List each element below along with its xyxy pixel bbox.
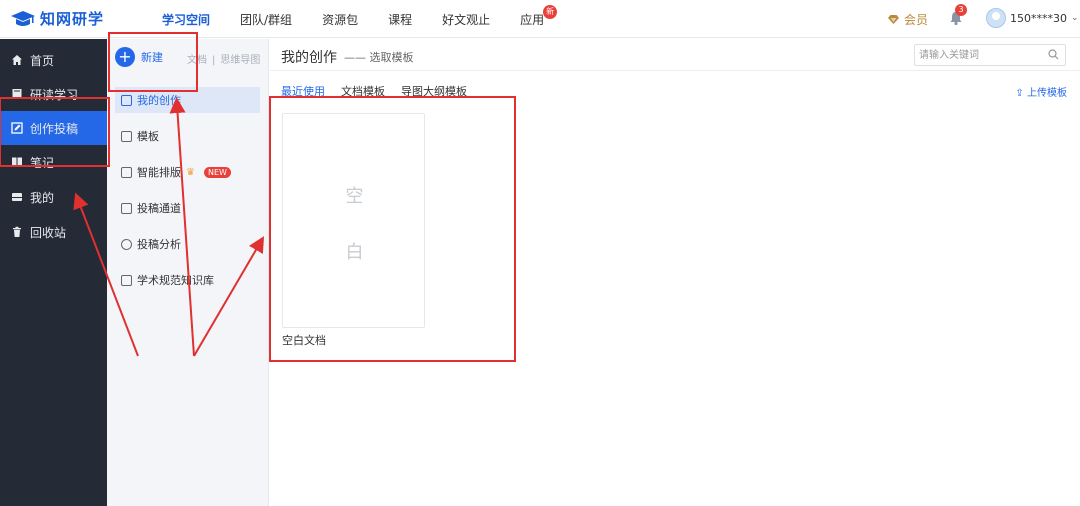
main-header: 我的创作 —— 选取模板 [270,39,1080,71]
vip-link[interactable]: 会员 [887,11,928,28]
diamond-icon [888,15,899,24]
topnav-item-apps[interactable]: 应用 新 [520,5,558,28]
menu-item-label: 模板 [137,130,159,143]
new-badge: 新 [543,5,558,19]
sidebar-item-reading[interactable]: 研读学习 [0,77,107,111]
sidebar-item-mine[interactable]: 我的 [0,180,107,214]
chevron-down-icon: ⌄ [1071,13,1079,23]
menu-item-my-creations[interactable]: 我的创作 [115,87,260,113]
topnav-item-study-space[interactable]: 学习空间 [162,11,210,28]
topnav-item-team[interactable]: 团队/群组 [240,11,292,28]
creation-menu: + 新建 文档 | 思维导图 我的创作 模板 智能排版 ♛ NEW 投稿通道 投稿分… [107,39,269,506]
document-icon [121,94,132,106]
search-input[interactable] [915,45,1035,65]
divider: | [212,55,216,66]
new-mindmap-option[interactable]: 思维导图 [220,55,260,66]
menu-item-academic-norms[interactable]: 学术规范知识库 [115,267,260,293]
send-icon [121,202,132,214]
avatar [986,8,1006,28]
notification-count-badge: 3 [955,4,967,16]
tab-outline-templates[interactable]: 导图大纲模板 [401,83,467,99]
tab-document-templates[interactable]: 文档模板 [341,83,385,99]
user-menu[interactable]: 150****30 ⌄ [986,8,1079,28]
sidebar-item-label: 创作投稿 [30,121,79,136]
new-document-option[interactable]: 文档 [187,55,207,66]
layout-icon [121,166,132,178]
vip-label: 会员 [904,13,929,27]
plus-icon: + [115,47,135,67]
upload-icon: ⇪ [1015,88,1024,99]
sidebar: 首页 研读学习 创作投稿 笔记 我的 回收站 [0,39,107,506]
menu-item-submission-channel[interactable]: 投稿通道 [115,195,260,221]
logo[interactable]: 知网研学 [10,8,104,29]
new-options: 文档 | 思维导图 [187,51,260,66]
menu-item-smart-layout[interactable]: 智能排版 ♛ NEW [115,159,260,185]
menu-item-label: 投稿分析 [137,238,181,251]
knowledge-base-icon [121,274,132,286]
edit-icon [11,122,23,134]
top-bar: 知网研学 学习空间 团队/群组 资源包 课程 好文观止 应用 新 会员 3 15… [0,0,1080,38]
page-subtitle: —— 选取模板 [344,51,414,64]
page-title: 我的创作 [281,50,337,66]
sidebar-item-notes[interactable]: 笔记 [0,145,107,179]
upload-label: 上传模板 [1027,88,1067,99]
book-icon [12,89,22,99]
sidebar-item-label: 首页 [30,53,55,68]
upload-template-link[interactable]: ⇪ 上传模板 [1015,84,1067,99]
topnav-apps-label: 应用 [520,13,545,27]
topnav-item-articles[interactable]: 好文观止 [442,11,490,28]
sidebar-item-writing[interactable]: 创作投稿 [0,111,107,145]
menu-item-label: 学术规范知识库 [137,274,214,287]
topnav-item-courses[interactable]: 课程 [388,11,412,28]
top-nav: 学习空间 团队/群组 资源包 课程 好文观止 应用 新 [162,5,574,28]
logo-text: 知网研学 [40,10,105,28]
template-tabs: 最近使用 文档模板 导图大纲模板 [281,83,467,99]
sidebar-item-home[interactable]: 首页 [0,43,107,77]
pie-chart-icon [121,238,132,250]
user-name: 150****30 [1010,11,1067,25]
card-char: 白 [345,242,364,263]
search-box [914,44,1066,66]
sidebar-item-label: 回收站 [30,225,67,240]
blank-document-card[interactable]: 空 白 [282,113,425,328]
topnav-item-resources[interactable]: 资源包 [322,11,358,28]
menu-item-label: 我的创作 [137,94,181,107]
home-icon [12,55,22,65]
notebook-icon [12,157,22,167]
sidebar-item-label: 研读学习 [30,87,79,102]
trash-icon [13,226,21,237]
sidebar-item-label: 笔记 [30,155,55,170]
new-button[interactable]: + 新建 [115,47,163,67]
tab-recent[interactable]: 最近使用 [281,83,325,99]
sidebar-item-label: 我的 [30,190,55,205]
new-tag: NEW [203,166,231,178]
main-content: 我的创作 —— 选取模板 最近使用 文档模板 导图大纲模板 ⇪ 上传模板 空 白… [270,39,1080,506]
card-char: 空 [345,186,364,207]
crown-icon: ♛ [186,166,195,178]
menu-item-submission-analysis[interactable]: 投稿分析 [115,231,260,257]
graduation-cap-icon [11,10,35,26]
new-label: 新建 [141,51,163,64]
template-icon [121,130,132,142]
drawer-icon [12,193,22,201]
sidebar-item-trash[interactable]: 回收站 [0,215,107,249]
search-icon[interactable] [1048,49,1059,60]
menu-item-label: 智能排版 [137,166,181,179]
menu-item-label: 投稿通道 [137,202,181,215]
menu-item-templates[interactable]: 模板 [115,123,260,149]
card-caption: 空白文档 [282,334,326,347]
